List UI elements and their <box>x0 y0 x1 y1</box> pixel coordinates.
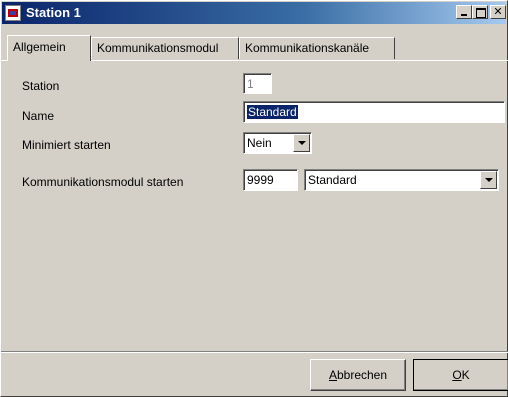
app-icon[interactable] <box>5 5 21 21</box>
close-icon[interactable]: ✕ <box>490 5 506 19</box>
maximize-icon[interactable] <box>472 5 488 19</box>
tab-label: Kommunikationsmodul <box>97 41 219 55</box>
dropdown-arrow-icon[interactable] <box>293 134 310 152</box>
cancel-label: bbrechen <box>336 368 388 382</box>
minimized-select[interactable]: Nein <box>243 132 312 154</box>
comm-module-label: Kommunikationsmodul starten <box>22 175 184 189</box>
comm-module-value: Standard <box>308 173 357 187</box>
minimize-icon[interactable] <box>456 5 472 19</box>
name-value: Standard <box>247 105 298 119</box>
ok-accelerator: O <box>452 368 462 382</box>
tab-kommunikationskanaele[interactable]: Kommunikationskanäle <box>239 37 395 59</box>
name-label: Name <box>22 109 55 123</box>
minimized-label: Minimiert starten <box>22 138 111 152</box>
tab-label: Allgemein <box>13 40 66 54</box>
cancel-button[interactable]: Abbrechen <box>310 359 406 391</box>
title-bar[interactable]: Station 1 ✕ <box>2 2 506 24</box>
tab-allgemein[interactable]: Allgemein <box>7 35 91 61</box>
station-field: 1 <box>243 73 272 94</box>
ok-button[interactable]: OK <box>413 359 508 391</box>
button-separator <box>1 351 508 353</box>
comm-module-select[interactable]: Standard <box>304 169 499 191</box>
tab-label: Kommunikationskanäle <box>245 41 370 55</box>
station-dialog: Station 1 ✕ Allgemein Kommunikationsmodu… <box>0 0 508 397</box>
tab-kommunikationsmodul[interactable]: Kommunikationsmodul <box>91 37 239 59</box>
dropdown-arrow-icon[interactable] <box>480 171 497 189</box>
comm-port-value: 9999 <box>247 173 274 187</box>
cancel-accelerator: A <box>328 368 337 382</box>
window-title: Station 1 <box>26 5 81 20</box>
minimized-value: Nein <box>247 136 272 150</box>
station-value: 1 <box>247 77 254 91</box>
station-label: Station <box>22 79 60 93</box>
ok-label: K <box>461 368 470 382</box>
tab-strip: Allgemein Kommunikationsmodul Kommunikat… <box>1 31 508 61</box>
name-input[interactable]: Standard <box>243 101 505 123</box>
comm-port-input[interactable]: 9999 <box>243 169 298 191</box>
